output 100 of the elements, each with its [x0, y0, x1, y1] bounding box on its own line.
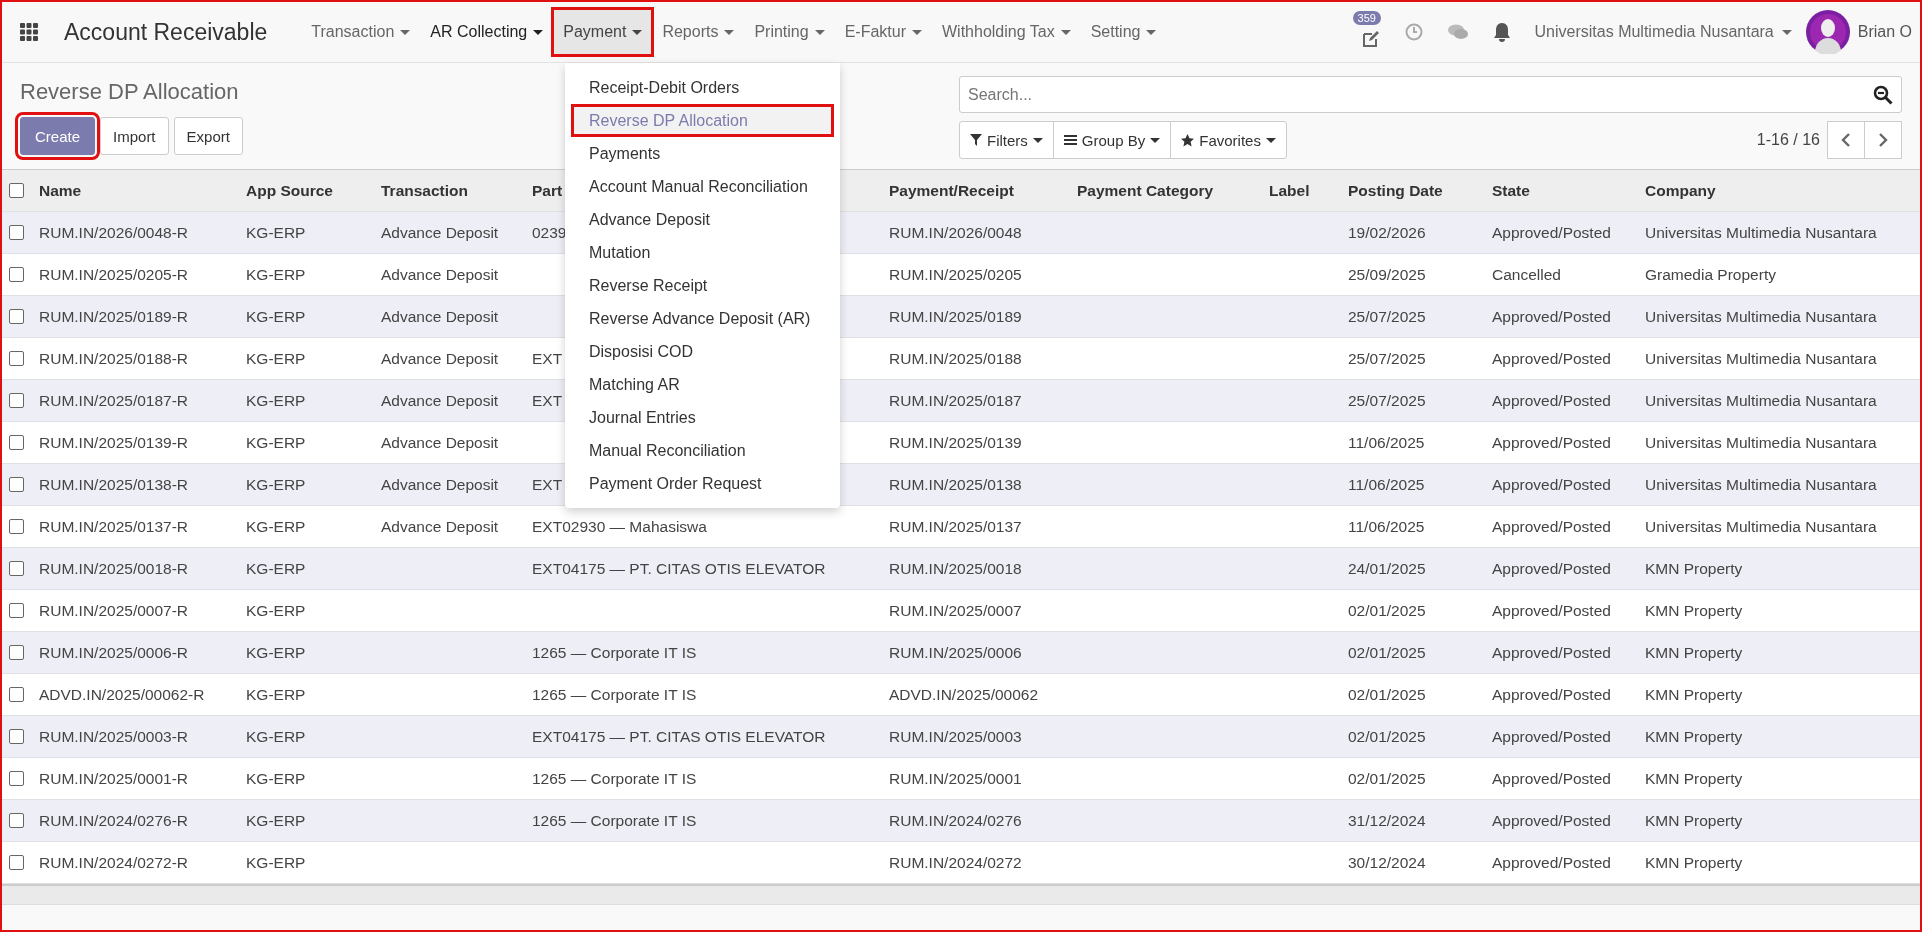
previous-page-button[interactable] [1827, 121, 1865, 159]
menu-item[interactable]: Withholding Tax [932, 9, 1081, 55]
table-cell: Universitas Multimedia Nusantara [1645, 223, 1877, 241]
row-checkbox[interactable] [9, 435, 24, 450]
row-checkbox[interactable] [9, 813, 24, 828]
menu-item[interactable]: AR Collecting [420, 9, 554, 55]
row-checkbox[interactable] [9, 855, 24, 870]
row-checkbox[interactable] [9, 351, 24, 366]
row-checkbox[interactable] [9, 393, 24, 408]
column-header[interactable]: Posting Date [1348, 181, 1443, 199]
bell-icon [1492, 22, 1511, 42]
user-menu[interactable]: Brian O [1805, 10, 1920, 54]
dropdown-item[interactable]: Reverse Receipt [571, 269, 834, 302]
search-option-button[interactable]: Filters [959, 121, 1054, 159]
table-cell: 11/06/2025 [1348, 475, 1425, 493]
table-cell: Universitas Multimedia Nusantara [1645, 307, 1877, 325]
dropdown-item[interactable]: Reverse Advance Deposit (AR) [571, 302, 834, 335]
table-cell: EXT [532, 349, 563, 367]
apps-menu-button[interactable] [20, 23, 38, 41]
column-header[interactable]: Company [1645, 181, 1716, 199]
table-cell: KMN Property [1645, 769, 1743, 787]
dropdown-item[interactable]: Payment Order Request [571, 467, 834, 500]
column-header[interactable]: Name [39, 181, 82, 199]
column-header[interactable]: Transaction [381, 181, 468, 199]
table-cell: RUM.IN/2024/0276 [889, 811, 1022, 829]
dropdown-item[interactable]: Advance Deposit [571, 203, 834, 236]
row-checkbox[interactable] [9, 687, 24, 702]
table-cell: KG-ERP [246, 811, 306, 829]
dropdown-item[interactable]: Reverse DP Allocation [571, 104, 834, 137]
action-button[interactable]: Import [100, 117, 169, 155]
dropdown-item[interactable]: Receipt-Debit Orders [571, 71, 834, 104]
table-cell: RUM.IN/2024/0272 [889, 853, 1022, 871]
column-header[interactable]: App Source [246, 181, 333, 199]
table-cell: 02/01/2025 [1348, 643, 1426, 661]
search-icon [1873, 85, 1893, 105]
column-header[interactable]: State [1492, 181, 1530, 199]
table-cell: Approved/Posted [1492, 685, 1611, 703]
table-cell: Universitas Multimedia Nusantara [1645, 475, 1877, 493]
column-header[interactable]: Part [532, 181, 563, 199]
table-cell: RUM.IN/2025/0205 [889, 265, 1022, 283]
menu-item[interactable]: Reports [652, 9, 745, 55]
list-icon [1063, 134, 1077, 146]
search-field[interactable]: Search... [959, 76, 1902, 113]
row-checkbox[interactable] [9, 771, 24, 786]
menu-item[interactable]: Setting [1080, 9, 1167, 55]
table-cell: 25/07/2025 [1348, 307, 1426, 325]
table-cell: RUM.IN/2025/0137 [889, 517, 1022, 535]
search-option-button[interactable]: Favorites [1170, 121, 1287, 159]
search-option-button[interactable]: Group By [1052, 121, 1172, 159]
action-button[interactable]: Export [173, 117, 243, 155]
table-cell: Gramedia Property [1645, 265, 1776, 283]
table-cell: 02/01/2025 [1348, 601, 1426, 619]
caret-icon [533, 29, 544, 35]
menu-item[interactable]: Transaction [301, 9, 421, 55]
table-cell: Approved/Posted [1492, 811, 1611, 829]
table-cell: 24/01/2025 [1348, 559, 1426, 577]
table-cell: RUM.IN/2025/0003 [889, 727, 1022, 745]
dropdown-item[interactable]: Account Manual Reconciliation [571, 170, 834, 203]
caret-icon [1146, 29, 1157, 35]
caret-icon [1265, 137, 1276, 143]
select-all-checkbox[interactable] [9, 183, 24, 198]
row-checkbox[interactable] [9, 729, 24, 744]
table-cell: EXT04175 — PT. CITAS OTIS ELEVATOR [532, 727, 826, 745]
column-header[interactable]: Payment Category [1077, 181, 1214, 199]
chevron-left-icon [1841, 133, 1851, 147]
row-checkbox[interactable] [9, 561, 24, 576]
activity-button[interactable]: 359 [1348, 11, 1393, 53]
next-page-button[interactable] [1864, 121, 1902, 159]
menu-item[interactable]: E-Faktur [834, 9, 932, 55]
row-checkbox[interactable] [9, 309, 24, 324]
company-switcher[interactable]: Universitas Multimedia Nusantara [1522, 23, 1806, 41]
caret-icon [400, 29, 411, 35]
menu-item[interactable]: Payment [553, 9, 653, 55]
table-cell: RUM.IN/2024/0276-R [39, 811, 189, 829]
dropdown-item[interactable]: Disposisi COD [571, 335, 834, 368]
table-cell: KG-ERP [246, 685, 306, 703]
row-checkbox[interactable] [9, 645, 24, 660]
count-badge: 359 [1352, 11, 1381, 25]
row-checkbox[interactable] [9, 519, 24, 534]
table-cell: RUM.IN/2025/0001 [889, 769, 1022, 787]
dropdown-item[interactable]: Payments [571, 137, 834, 170]
dropdown-item[interactable]: Mutation [571, 236, 834, 269]
row-checkbox[interactable] [9, 225, 24, 240]
column-header[interactable]: Label [1269, 181, 1310, 199]
dropdown-item[interactable]: Manual Reconciliation [571, 434, 834, 467]
table-cell: Approved/Posted [1492, 517, 1611, 535]
clock-icon [1404, 23, 1423, 41]
menu-item[interactable]: Printing [744, 9, 835, 55]
table-cell: RUM.IN/2025/0187 [889, 391, 1022, 409]
table-cell: KG-ERP [246, 559, 306, 577]
row-checkbox[interactable] [9, 477, 24, 492]
table-cell: KG-ERP [246, 769, 306, 787]
dropdown-item[interactable]: Matching AR [571, 368, 834, 401]
row-checkbox[interactable] [9, 603, 24, 618]
dropdown-item[interactable]: Journal Entries [571, 401, 834, 434]
column-header[interactable]: Payment/Receipt [889, 181, 1014, 199]
table-cell: Advance Deposit [381, 391, 499, 409]
caret-icon [814, 29, 825, 35]
row-checkbox[interactable] [9, 267, 24, 282]
table-cell: Approved/Posted [1492, 475, 1611, 493]
